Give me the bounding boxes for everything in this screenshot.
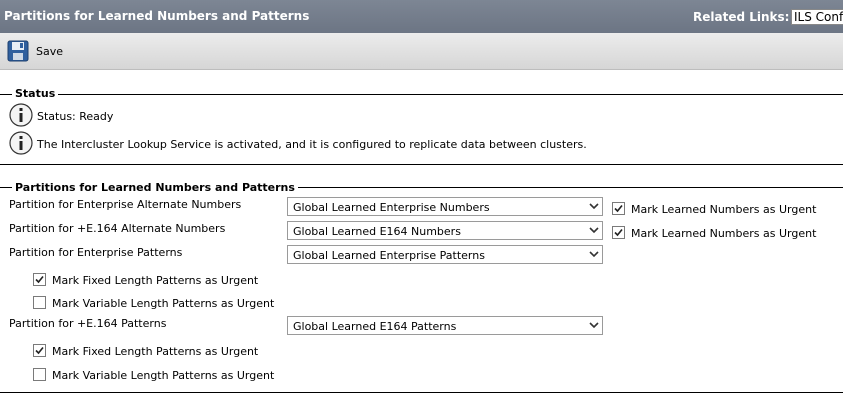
- save-button[interactable]: Save: [7, 40, 67, 62]
- chevron-down-icon: [589, 203, 599, 210]
- e164-patterns-select[interactable]: Global Learned E164 Patterns: [287, 316, 603, 335]
- checkmark-icon: [614, 228, 623, 237]
- enterprise-variable-urgent-checkbox[interactable]: [33, 296, 46, 309]
- chevron-down-icon: [589, 251, 599, 258]
- enterprise-fixed-urgent-label: Mark Fixed Length Patterns as Urgent: [52, 274, 259, 287]
- enterprise-patterns-label: Partition for Enterprise Patterns: [9, 246, 183, 259]
- info-icon: [9, 103, 33, 127]
- e164-variable-urgent-checkbox[interactable]: [33, 368, 46, 381]
- status-section-title: Status: [12, 87, 59, 100]
- chevron-down-icon: [589, 322, 599, 329]
- enterprise-alternate-select[interactable]: Global Learned Enterprise Numbers: [287, 197, 603, 216]
- e164-patterns-value: Global Learned E164 Patterns: [293, 320, 457, 333]
- e164-alternate-select[interactable]: Global Learned E164 Numbers: [287, 221, 603, 240]
- enterprise-alternate-value: Global Learned Enterprise Numbers: [293, 201, 490, 214]
- chevron-down-icon: [589, 227, 599, 234]
- floppy-disk-icon: [7, 40, 29, 62]
- e164-alternate-value: Global Learned E164 Numbers: [293, 225, 461, 238]
- related-links-select[interactable]: ILS Configuration: [791, 9, 843, 25]
- e164-alternate-label: Partition for +E.164 Alternate Numbers: [9, 222, 226, 235]
- title-bar: Partitions for Learned Numbers and Patte…: [0, 0, 843, 33]
- e164-fixed-urgent-label: Mark Fixed Length Patterns as Urgent: [52, 345, 259, 358]
- status-section-bottom-border: [0, 164, 843, 165]
- status-section-border: [0, 94, 843, 95]
- checkmark-icon: [35, 346, 44, 355]
- e164-fixed-urgent-checkbox[interactable]: [33, 344, 46, 357]
- checkmark-icon: [614, 204, 623, 213]
- info-icon: [9, 131, 33, 155]
- enterprise-fixed-urgent-checkbox[interactable]: [33, 273, 46, 286]
- enterprise-alternate-urgent-label: Mark Learned Numbers as Urgent: [631, 203, 817, 216]
- enterprise-variable-urgent-label: Mark Variable Length Patterns as Urgent: [52, 297, 275, 310]
- e164-patterns-label: Partition for +E.164 Patterns: [9, 317, 167, 330]
- partitions-section-title: Partitions for Learned Numbers and Patte…: [12, 181, 298, 194]
- enterprise-patterns-value: Global Learned Enterprise Patterns: [293, 249, 485, 262]
- e164-alternate-urgent-checkbox[interactable]: [612, 226, 625, 239]
- partitions-section-bottom-border: [0, 392, 843, 393]
- checkmark-icon: [35, 275, 44, 284]
- related-links-label: Related Links:: [693, 10, 790, 24]
- toolbar: Save: [0, 33, 843, 70]
- e164-alternate-urgent-label: Mark Learned Numbers as Urgent: [631, 227, 817, 240]
- status-text: Status: Ready: [37, 110, 114, 123]
- enterprise-patterns-select[interactable]: Global Learned Enterprise Patterns: [287, 245, 603, 264]
- enterprise-alternate-urgent-checkbox[interactable]: [612, 202, 625, 215]
- e164-variable-urgent-label: Mark Variable Length Patterns as Urgent: [52, 369, 275, 382]
- save-label: Save: [36, 45, 64, 58]
- enterprise-alternate-label: Partition for Enterprise Alternate Numbe…: [9, 198, 242, 211]
- ils-status-text: The Intercluster Lookup Service is activ…: [37, 138, 587, 151]
- page-title: Partitions for Learned Numbers and Patte…: [4, 9, 310, 23]
